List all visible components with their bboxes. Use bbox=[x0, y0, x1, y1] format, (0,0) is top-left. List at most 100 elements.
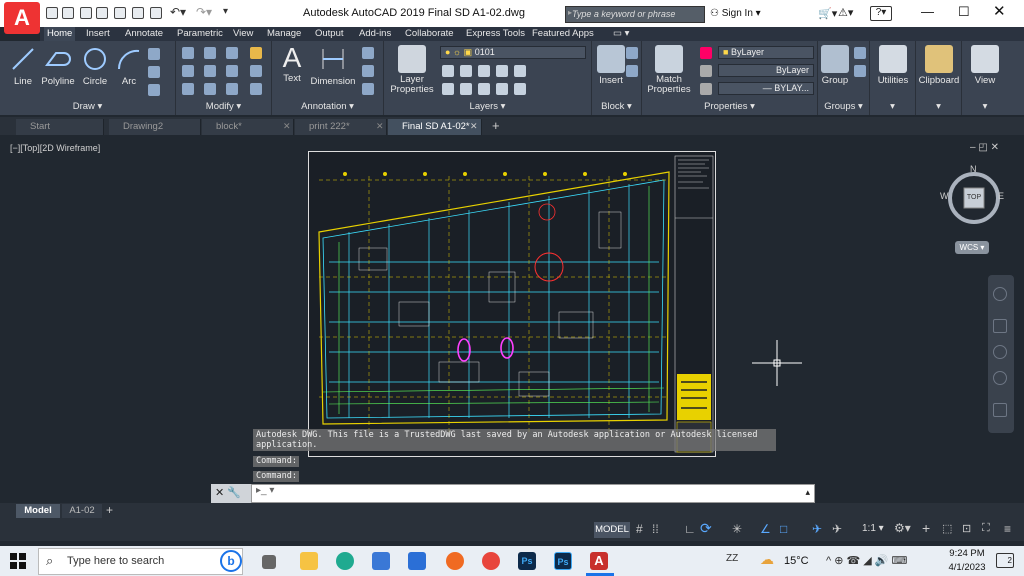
command-input[interactable]: ▸_ ▾ ▴ bbox=[251, 484, 815, 503]
auto-scale-icon[interactable]: ✈ bbox=[832, 522, 842, 536]
close-command-line-icon[interactable]: ✕ bbox=[215, 487, 224, 499]
table-icon[interactable] bbox=[362, 83, 374, 95]
leader-icon[interactable] bbox=[362, 65, 374, 77]
pan-icon[interactable] bbox=[993, 319, 1007, 333]
viewcube[interactable]: TOP N W E bbox=[940, 164, 1008, 226]
group-edit-icon[interactable] bbox=[854, 65, 866, 77]
new-icon[interactable] bbox=[46, 7, 58, 19]
annotation-visibility-icon[interactable]: ✈ bbox=[812, 522, 822, 536]
properties-panel-title[interactable]: Properties ▾ bbox=[642, 101, 817, 112]
grid-icon[interactable]: # bbox=[636, 522, 643, 536]
notifications-icon[interactable]: 2 bbox=[996, 553, 1014, 568]
trim-icon[interactable] bbox=[226, 47, 238, 59]
rotate-icon[interactable] bbox=[204, 47, 216, 59]
lineweight-dropdown[interactable]: — BYLAY... bbox=[718, 82, 814, 95]
viewcube-east[interactable]: E bbox=[998, 191, 1004, 201]
web-mobile-icon[interactable] bbox=[114, 7, 126, 19]
gradient-icon[interactable] bbox=[148, 84, 160, 96]
plot-icon[interactable] bbox=[132, 7, 144, 19]
search-input[interactable]: Type a keyword or phrase bbox=[565, 6, 705, 23]
tab-output[interactable]: Output bbox=[312, 27, 347, 41]
tab-home[interactable]: Home bbox=[44, 27, 76, 41]
tab-insert[interactable]: Insert bbox=[83, 27, 113, 41]
layer-tool-9-icon[interactable] bbox=[496, 83, 508, 95]
units-icon[interactable]: ⬚ bbox=[942, 522, 952, 535]
clock-time[interactable]: 9:24 PM bbox=[944, 548, 990, 559]
layer-tool-4-icon[interactable] bbox=[496, 65, 508, 77]
viewcube-west[interactable]: W bbox=[940, 191, 949, 201]
tab-block[interactable]: block* bbox=[202, 119, 294, 135]
sign-in-link[interactable]: ⚇ Sign In ▾ bbox=[710, 8, 761, 19]
task-view-icon[interactable] bbox=[262, 555, 276, 569]
groups-panel-title[interactable]: Groups ▾ bbox=[818, 101, 869, 112]
isodraft-icon[interactable]: ✳ bbox=[732, 522, 742, 536]
move-icon[interactable] bbox=[182, 47, 194, 59]
view-dropdown-icon[interactable]: ▾ bbox=[962, 101, 1008, 112]
customization-icon[interactable]: ≡ bbox=[1004, 522, 1011, 536]
tab-add-ins[interactable]: Add-ins bbox=[356, 27, 394, 41]
match-properties-tool[interactable]: Match Properties bbox=[646, 45, 692, 95]
layer-tool-6-icon[interactable] bbox=[442, 83, 454, 95]
layer-tool-7-icon[interactable] bbox=[460, 83, 472, 95]
array-icon[interactable] bbox=[226, 83, 238, 95]
file-explorer-icon[interactable] bbox=[300, 552, 318, 570]
layer-tool-10-icon[interactable] bbox=[514, 83, 526, 95]
ungroup-icon[interactable] bbox=[854, 47, 866, 59]
clock-date[interactable]: 4/1/2023 bbox=[944, 562, 990, 573]
arc-tool[interactable]: Arc bbox=[114, 45, 144, 87]
layer-tool-3-icon[interactable] bbox=[478, 65, 490, 77]
firefox-icon[interactable] bbox=[446, 552, 464, 570]
edge-icon[interactable] bbox=[336, 552, 354, 570]
close-tab-icon[interactable]: ✕ bbox=[470, 121, 478, 132]
a360-icon[interactable]: ⚠▾ bbox=[838, 6, 853, 19]
explode-icon[interactable] bbox=[250, 65, 262, 77]
autodesk-app-store-icon[interactable]: 🛒▾ bbox=[818, 7, 837, 20]
steering-wheel-icon[interactable] bbox=[993, 287, 1007, 301]
ribbon-toggle-icon[interactable]: ▭ ▾ bbox=[610, 27, 632, 41]
erase-icon[interactable] bbox=[250, 47, 262, 59]
redo-icon[interactable]: ↷▾ bbox=[196, 5, 212, 19]
annotation-monitor-icon[interactable]: + bbox=[922, 520, 930, 536]
store-icon[interactable] bbox=[372, 552, 390, 570]
layer-tool-8-icon[interactable] bbox=[478, 83, 490, 95]
viewport-window-controls-icon[interactable]: – ◰ ✕ bbox=[970, 142, 999, 153]
text-tool[interactable]: A Text bbox=[278, 43, 306, 85]
line-tool[interactable]: Line bbox=[6, 45, 40, 87]
layer-tool-5-icon[interactable] bbox=[514, 65, 526, 77]
new-tab-icon[interactable]: + bbox=[492, 118, 500, 133]
bing-icon[interactable]: b bbox=[220, 550, 242, 572]
modify-panel-title[interactable]: Modify ▾ bbox=[176, 101, 271, 112]
annotation-panel-title[interactable]: Annotation ▾ bbox=[272, 101, 383, 112]
taskbar-search-input[interactable]: Type here to search bbox=[38, 548, 243, 575]
create-block-icon[interactable] bbox=[626, 47, 638, 59]
linetype-icon[interactable] bbox=[700, 65, 712, 77]
tab-manage[interactable]: Manage bbox=[264, 27, 304, 41]
workspace-icon[interactable]: ⚙▾ bbox=[894, 521, 911, 535]
open-icon[interactable] bbox=[62, 7, 74, 19]
orbit-icon[interactable] bbox=[993, 371, 1007, 385]
autocad-taskbar-icon[interactable]: A bbox=[590, 552, 608, 570]
hatch-icon[interactable] bbox=[148, 66, 160, 78]
close-tab-icon[interactable]: ✕ bbox=[376, 121, 384, 132]
photoshop-2-icon[interactable]: Ps bbox=[554, 552, 572, 570]
system-tray-icons[interactable]: ^ ⊕ ☎ ◢ 🔊 ⌨ bbox=[826, 554, 907, 567]
showmotion-icon[interactable] bbox=[993, 403, 1007, 417]
polyline-tool[interactable]: Polyline bbox=[40, 45, 76, 87]
dimension-tool[interactable]: Dimension bbox=[310, 45, 356, 87]
circle-tool[interactable]: Circle bbox=[80, 45, 110, 87]
customize-command-icon[interactable]: 🔧 bbox=[227, 487, 241, 499]
edit-block-icon[interactable] bbox=[626, 65, 638, 77]
mail-icon[interactable] bbox=[408, 552, 426, 570]
linetype-dropdown[interactable]: ByLayer bbox=[718, 64, 814, 77]
group-tool[interactable]: Group bbox=[820, 45, 850, 86]
print-icon[interactable] bbox=[150, 7, 162, 19]
weather-icon[interactable]: ☁ bbox=[760, 551, 774, 568]
layers-panel-title[interactable]: Layers ▾ bbox=[384, 101, 591, 112]
wcs-menu[interactable]: WCS ▾ bbox=[955, 241, 989, 254]
viewcube-top-face[interactable]: TOP bbox=[965, 194, 983, 201]
model-space-button[interactable]: MODEL bbox=[594, 522, 630, 538]
view-tool[interactable]: View bbox=[968, 45, 1002, 86]
photoshop-icon[interactable]: Ps bbox=[518, 552, 536, 570]
tab-start[interactable]: Start bbox=[16, 119, 104, 135]
help-icon[interactable]: ?▾ bbox=[870, 6, 892, 21]
